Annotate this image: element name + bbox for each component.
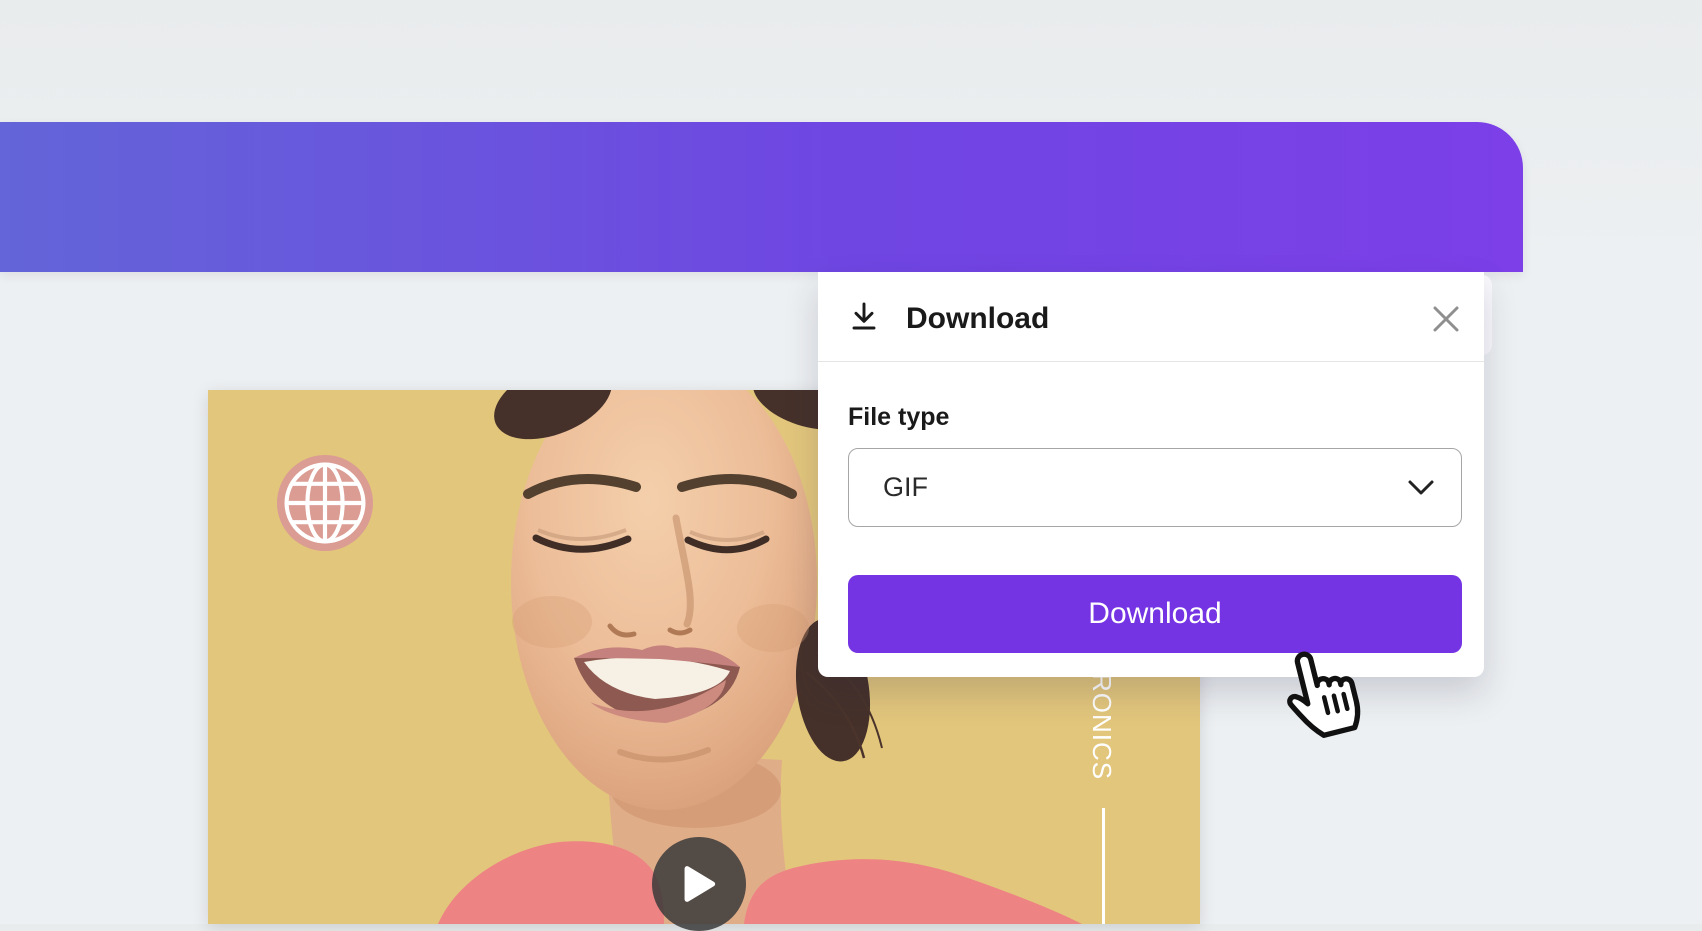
download-panel-header: Download [818, 272, 1484, 361]
globe-icon [277, 455, 373, 551]
file-type-label: File type [848, 403, 949, 432]
file-type-selected-value: GIF [883, 472, 1407, 503]
globe-badge [277, 455, 373, 551]
download-icon [848, 300, 880, 332]
close-icon [1431, 304, 1461, 334]
chevron-down-icon [1407, 479, 1435, 497]
canvas-vertical-rule [1102, 808, 1105, 924]
download-panel: Download File type GIF Download [818, 272, 1484, 677]
play-icon [682, 865, 716, 903]
panel-title: Download [906, 302, 1049, 336]
video-play-button[interactable] [652, 837, 746, 931]
file-type-select[interactable]: GIF [848, 448, 1462, 527]
panel-download-button[interactable]: Download [848, 575, 1462, 653]
editor-top-bar: Share 7.9s Download [0, 122, 1523, 272]
panel-divider [818, 361, 1484, 362]
canvas-vertical-text: RONICS [1086, 673, 1117, 793]
close-button[interactable] [1422, 301, 1470, 337]
